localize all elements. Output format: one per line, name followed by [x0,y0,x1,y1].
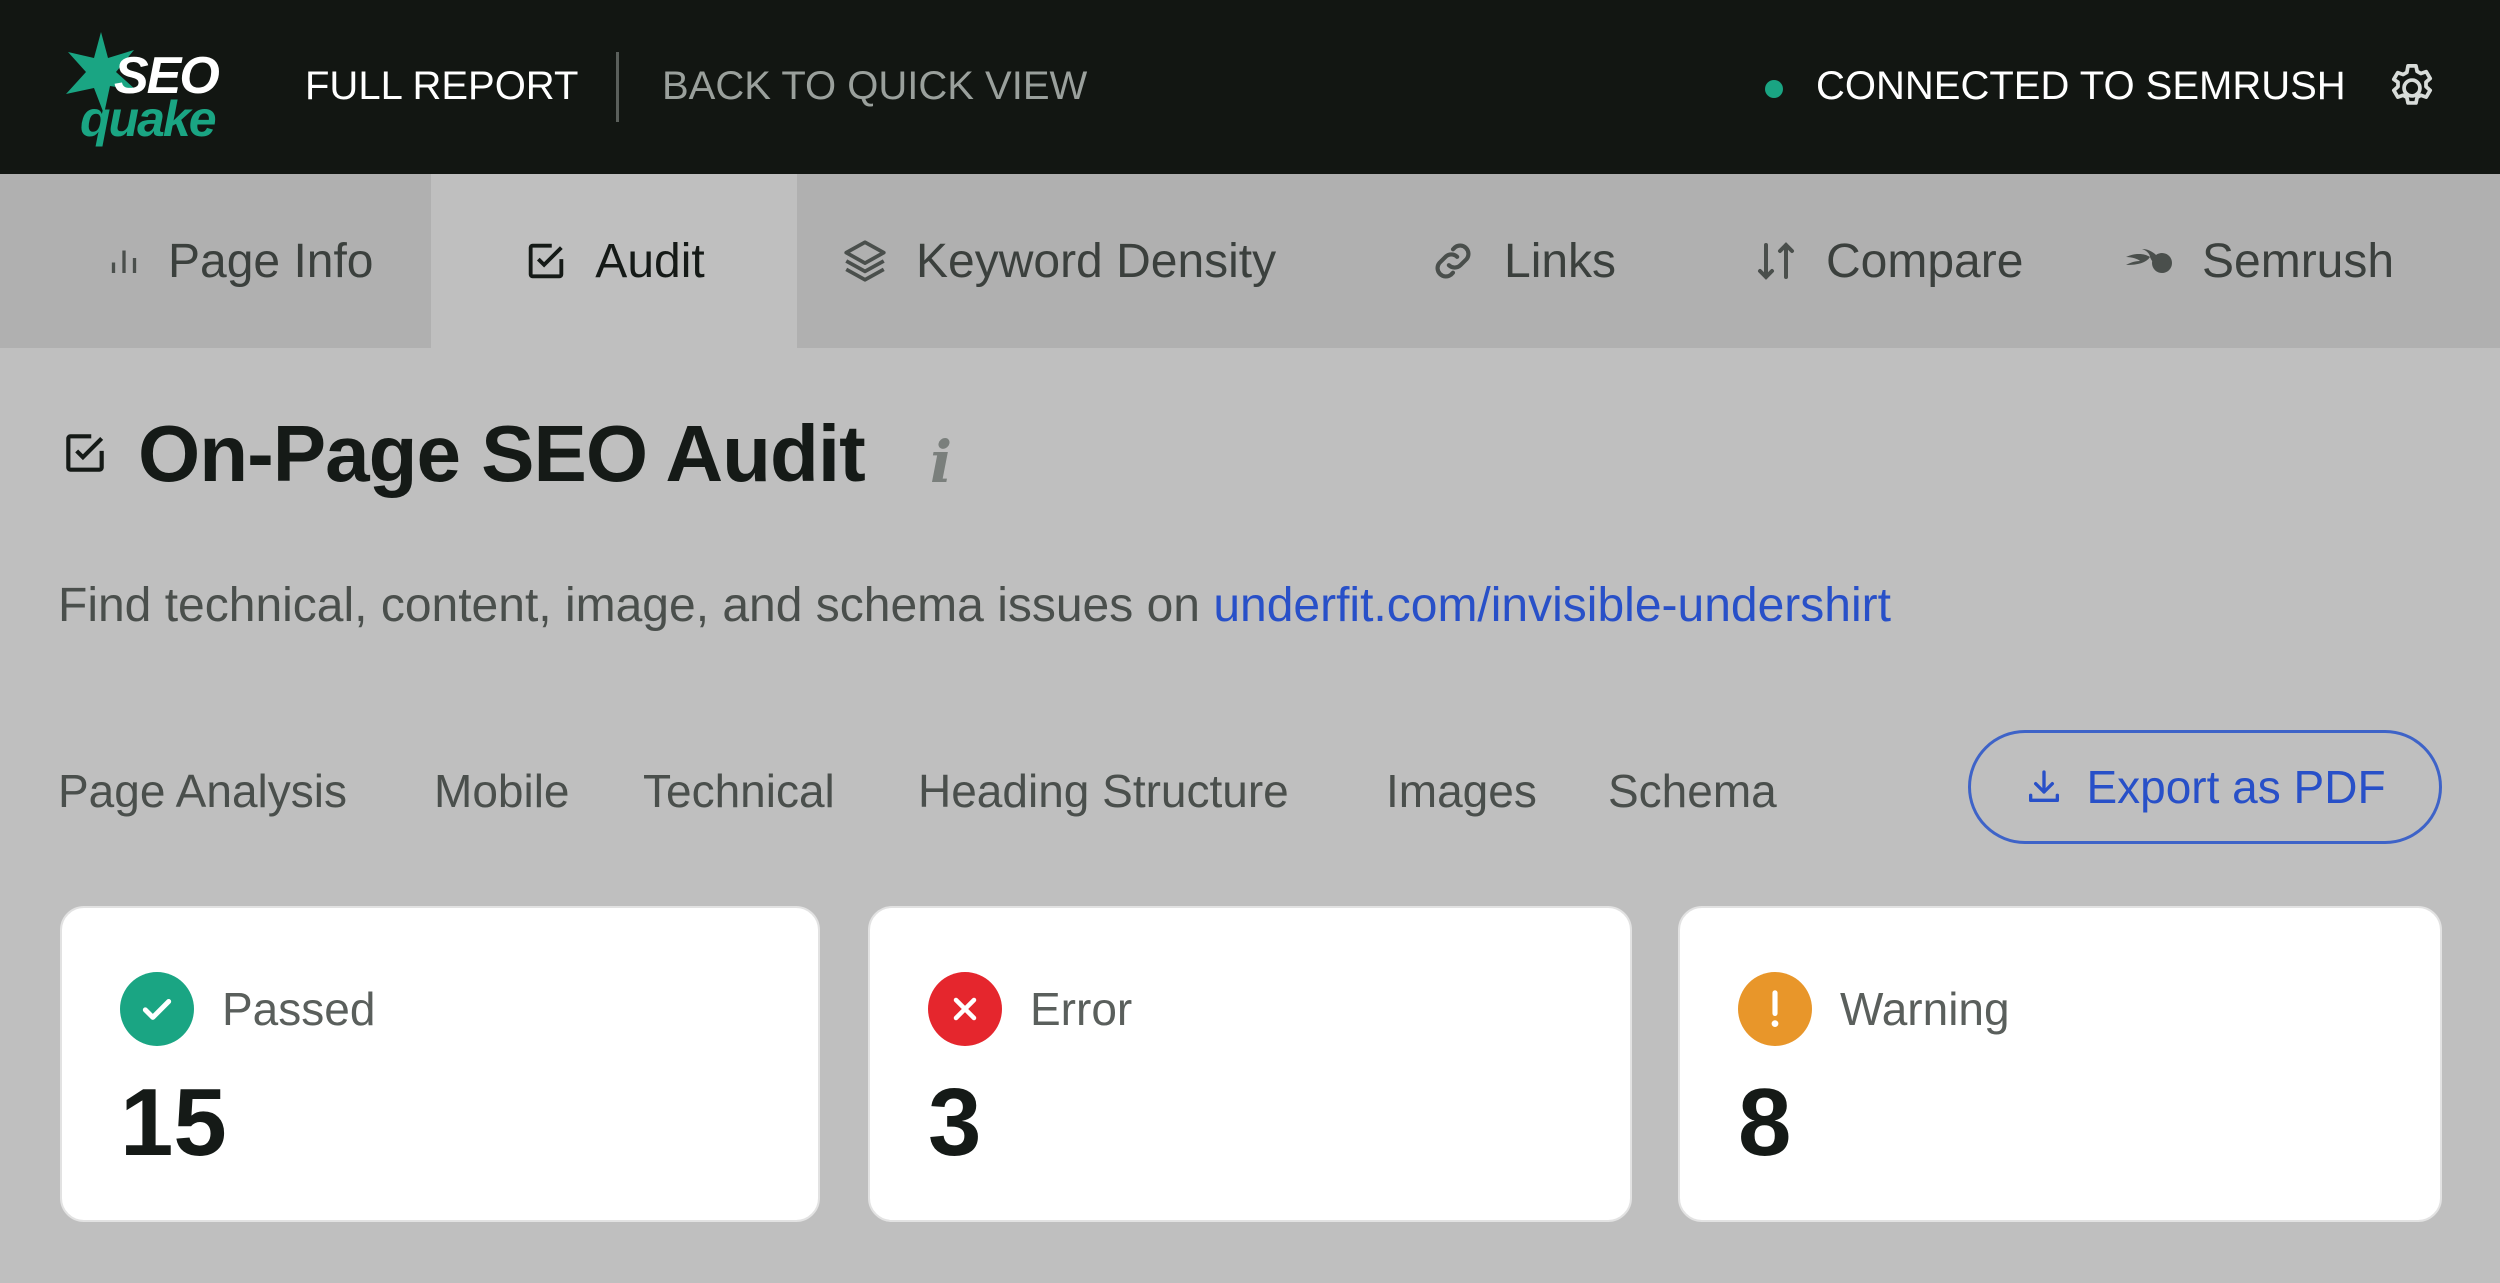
info-icon[interactable]: i [930,428,952,496]
error-count: 3 [928,1069,982,1176]
check-circle-icon [120,972,194,1046]
error-card[interactable]: Error 3 [868,906,1632,1222]
tab-label: Audit [595,234,705,288]
tab-links[interactable]: Links [1428,174,1616,348]
warning-label: Warning [1840,983,2010,1035]
tab-label: Semrush [2202,234,2395,288]
passed-card[interactable]: Passed 15 [60,906,820,1222]
seoquake-logo[interactable]: SEO quake [56,28,234,148]
warning-card[interactable]: Warning 8 [1678,906,2442,1222]
passed-count: 15 [120,1069,227,1176]
semrush-icon [2126,249,2172,273]
tab-label: Links [1504,234,1617,288]
audited-url-link[interactable]: underfit.com/invisible-undershirt [1213,579,1891,632]
subnav-images[interactable]: Images [1386,764,1537,818]
subnav-mobile[interactable]: Mobile [434,764,570,818]
export-label: Export as PDF [2086,761,2386,813]
error-label: Error [1030,983,1133,1035]
connection-status-dot [1765,80,1783,98]
layers-icon [844,240,886,282]
connection-status-text: CONNECTED TO SEMRUSH [1816,64,2346,108]
tab-label: Page Info [168,234,374,288]
warning-exclamation-icon [1738,972,1812,1046]
warning-count: 8 [1738,1069,1792,1176]
error-x-icon [928,972,1002,1046]
tab-label: Compare [1826,234,2024,288]
download-icon [2029,770,2060,802]
tab-keyword-density[interactable]: Keyword Density [840,174,1276,348]
logo-text-quake: quake [80,91,217,147]
checkbox-icon [529,243,564,279]
subnav-technical[interactable]: Technical [643,764,835,818]
export-pdf-button[interactable]: Export as PDF [1968,730,2442,844]
subnav-schema[interactable]: Schema [1608,764,1777,818]
page-title: On-Page SEO Audit [138,409,866,498]
link-icon [1435,243,1471,279]
back-to-quick-view-link[interactable]: BACK TO QUICK VIEW [662,64,1087,109]
tab-audit[interactable]: Audit [431,174,797,348]
passed-label: Passed [222,983,376,1035]
bar-chart-icon [111,250,137,273]
audit-description: Find technical, content, image, and sche… [58,578,1891,633]
subnav-page-analysis[interactable]: Page Analysis [58,764,347,818]
sort-arrows-icon [1758,242,1794,280]
tab-label: Keyword Density [916,234,1277,288]
top-bar: SEO quake FULL REPORT BACK TO QUICK VIEW… [0,0,2500,174]
description-text: Find technical, content, image, and sche… [58,579,1214,632]
subnav-heading-structure[interactable]: Heading Structure [918,764,1289,818]
header-divider [616,52,619,122]
tab-semrush[interactable]: Semrush [2124,174,2394,348]
tab-page-info[interactable]: Page Info [106,174,374,348]
audit-checkbox-icon [66,434,104,472]
full-report-link[interactable]: FULL REPORT [305,64,578,109]
tab-compare[interactable]: Compare [1752,174,2023,348]
gear-icon[interactable] [2384,60,2440,116]
